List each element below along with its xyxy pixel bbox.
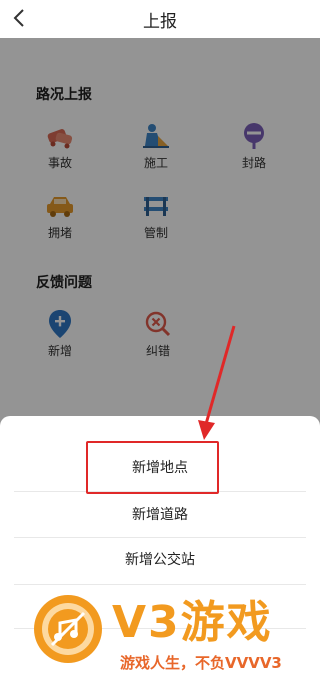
annotation-arrow [198,325,236,440]
watermark-logo [32,593,104,665]
watermark-slogan: 游戏人生，不负VVVV3 [120,654,282,672]
watermark-brand: V3游戏 [112,597,273,648]
